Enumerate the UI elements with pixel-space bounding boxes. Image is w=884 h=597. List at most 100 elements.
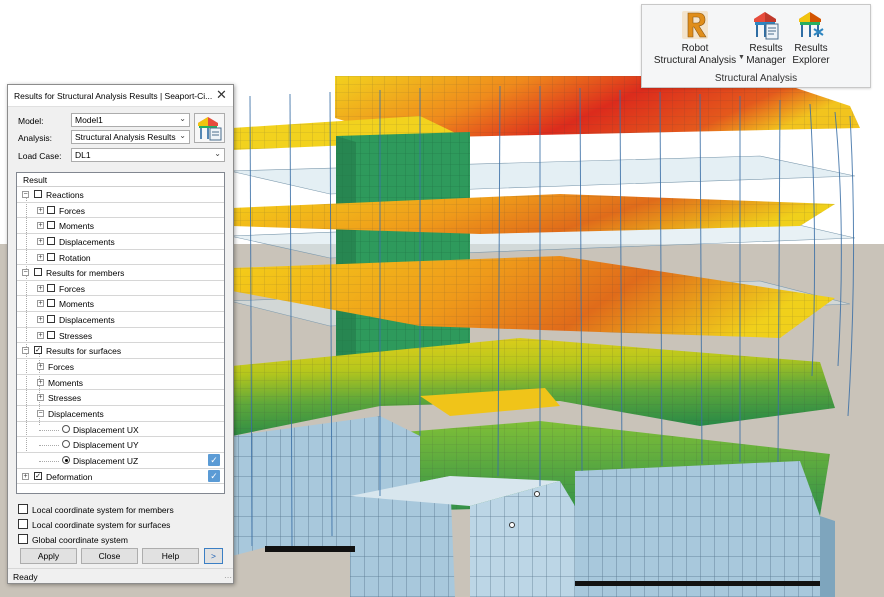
- reactions-forces-checkbox[interactable]: [47, 205, 55, 214]
- tree-item-members-moments[interactable]: + Moments: [17, 296, 224, 313]
- collapse-icon[interactable]: −: [22, 269, 29, 277]
- tree-item-reactions[interactable]: − Reactions: [17, 187, 224, 203]
- tree-item-label: Forces: [59, 283, 85, 294]
- reactions-checkbox[interactable]: [34, 190, 42, 198]
- reactions-rotation-checkbox[interactable]: [47, 252, 55, 261]
- dialog-title: Results for Structural Analysis Results …: [8, 85, 233, 107]
- load-case-select-value: DL1: [75, 150, 91, 160]
- help-button[interactable]: Help: [142, 548, 199, 564]
- reactions-moments-checkbox[interactable]: [47, 221, 55, 230]
- expand-icon[interactable]: +: [37, 253, 44, 261]
- results-explorer-button[interactable]: Results Explorer: [790, 9, 832, 67]
- tree-item-label: Moments: [59, 299, 94, 310]
- explorer-label-line1: Results: [794, 43, 828, 54]
- tree-item-label: Displacement UX: [73, 424, 139, 435]
- members-stresses-checkbox[interactable]: [47, 330, 55, 339]
- tree-item-reactions-rotation[interactable]: + Rotation: [17, 250, 224, 266]
- tree-connector: [39, 445, 59, 447]
- expand-icon[interactable]: +: [37, 394, 44, 402]
- model-select[interactable]: Model1 ⌄: [71, 113, 190, 127]
- expand-icon[interactable]: +: [37, 316, 44, 324]
- analysis-select[interactable]: Structural Analysis Results ⌄: [71, 130, 190, 144]
- collapse-icon[interactable]: −: [22, 191, 29, 198]
- displacement-uz-radio[interactable]: [62, 455, 70, 464]
- analysis-select-value: Structural Analysis Results: [75, 132, 176, 142]
- displacement-uy-radio[interactable]: [62, 440, 70, 449]
- manager-label-line1: Results: [749, 43, 783, 54]
- tree-item-deformation[interactable]: + ✓ Deformation ✓: [17, 469, 224, 485]
- local-surfaces-checkbox[interactable]: [18, 519, 28, 529]
- close-icon[interactable]: ✕: [214, 88, 229, 103]
- apply-button[interactable]: Apply: [20, 548, 77, 564]
- expand-icon[interactable]: +: [37, 378, 44, 386]
- results-manager-button[interactable]: Results Manager: [743, 9, 789, 67]
- expand-icon[interactable]: +: [22, 472, 29, 480]
- more-button[interactable]: >: [204, 548, 223, 564]
- tree-item-displacement-uy[interactable]: Displacement UY: [17, 437, 224, 453]
- tree-item-label: Results for surfaces: [46, 346, 122, 357]
- robot-structural-analysis-button[interactable]: Robot Structural Analysis: [648, 9, 742, 67]
- members-checkbox[interactable]: [34, 268, 42, 277]
- close-button[interactable]: Close: [81, 548, 138, 564]
- expand-icon[interactable]: +: [37, 300, 44, 308]
- tree-item-surfaces-displacements[interactable]: − Displacements: [17, 406, 224, 422]
- global-coords-checkbox[interactable]: [18, 534, 28, 544]
- collapse-icon[interactable]: −: [37, 409, 44, 417]
- collapse-icon[interactable]: −: [22, 347, 29, 355]
- tree-connector: [39, 429, 59, 431]
- tree-item-surfaces-forces[interactable]: + Forces: [17, 359, 224, 375]
- ribbon-group-label: Structural Analysis: [714, 73, 798, 84]
- tree-item-label: Reactions: [46, 190, 84, 200]
- option-label: Global coordinate system: [32, 535, 128, 545]
- expand-icon[interactable]: +: [37, 363, 44, 371]
- settings-check-icon[interactable]: ✓: [208, 469, 220, 482]
- tree-item-label: Stresses: [59, 330, 93, 341]
- expand-icon[interactable]: +: [37, 222, 44, 230]
- tree-item-results-for-members[interactable]: − Results for members: [17, 265, 224, 281]
- ribbon-panel-structural-analysis: Robot Structural Analysis ▼ Results Mana…: [641, 4, 871, 88]
- tree-item-members-forces[interactable]: + Forces: [17, 281, 224, 297]
- deformation-checkbox[interactable]: ✓: [34, 471, 42, 480]
- tree-item-label: Displacements: [48, 408, 104, 419]
- displacement-ux-radio[interactable]: [62, 424, 70, 433]
- tree-item-reactions-moments[interactable]: + Moments: [17, 218, 224, 234]
- robot-label-line2: Structural Analysis: [653, 55, 737, 66]
- tree-item-displacement-uz[interactable]: Displacement UZ ✓: [17, 453, 224, 469]
- tree-item-reactions-displacements[interactable]: + Displacements: [17, 234, 224, 250]
- tree-item-members-stresses[interactable]: + Stresses: [17, 328, 224, 344]
- members-forces-checkbox[interactable]: [47, 283, 55, 292]
- members-displacements-checkbox[interactable]: [47, 315, 55, 324]
- model-select-value: Model1: [75, 115, 103, 125]
- chevron-down-icon: ⌄: [214, 149, 221, 158]
- settings-check-icon[interactable]: ✓: [208, 453, 220, 466]
- option-local-members[interactable]: Local coordinate system for members: [18, 503, 174, 515]
- tree-item-displacement-ux[interactable]: Displacement UX: [17, 422, 224, 438]
- expand-icon[interactable]: +: [37, 331, 44, 339]
- resize-grip-icon[interactable]: ⋯: [224, 573, 232, 582]
- tree-item-reactions-forces[interactable]: + Forces: [17, 203, 224, 219]
- expand-icon[interactable]: +: [37, 284, 44, 292]
- reactions-displacements-checkbox[interactable]: [47, 236, 55, 245]
- members-moments-checkbox[interactable]: [47, 299, 55, 308]
- local-members-checkbox[interactable]: [18, 504, 28, 514]
- tree-item-label: Displacements: [59, 236, 115, 247]
- option-global-coords[interactable]: Global coordinate system: [18, 533, 128, 545]
- results-manager-icon-button[interactable]: [194, 113, 225, 143]
- chevron-down-icon: ⌄: [179, 131, 186, 140]
- tree-item-label: Deformation: [46, 471, 93, 482]
- tree-item-label: Moments: [59, 221, 94, 232]
- tree-item-results-for-surfaces[interactable]: − ✓ Results for surfaces: [17, 343, 224, 360]
- load-case-select[interactable]: DL1 ⌄: [71, 148, 225, 162]
- tree-header: Result: [17, 173, 224, 187]
- results-dialog: Results for Structural Analysis Results …: [7, 84, 234, 584]
- expand-icon[interactable]: +: [37, 237, 44, 245]
- option-local-surfaces[interactable]: Local coordinate system for surfaces: [18, 518, 170, 530]
- tree-item-surfaces-stresses[interactable]: + Stresses: [17, 390, 224, 406]
- results-tree: Result − Reactions + Forces + Moments + …: [16, 172, 225, 494]
- chevron-down-icon: ⌄: [179, 114, 186, 123]
- surfaces-checkbox[interactable]: ✓: [34, 346, 42, 355]
- tree-item-surfaces-moments[interactable]: + Moments: [17, 375, 224, 391]
- tree-item-members-displacements[interactable]: + Displacements: [17, 312, 224, 328]
- expand-icon[interactable]: +: [37, 206, 44, 214]
- robot-label-line1: Robot: [681, 43, 709, 54]
